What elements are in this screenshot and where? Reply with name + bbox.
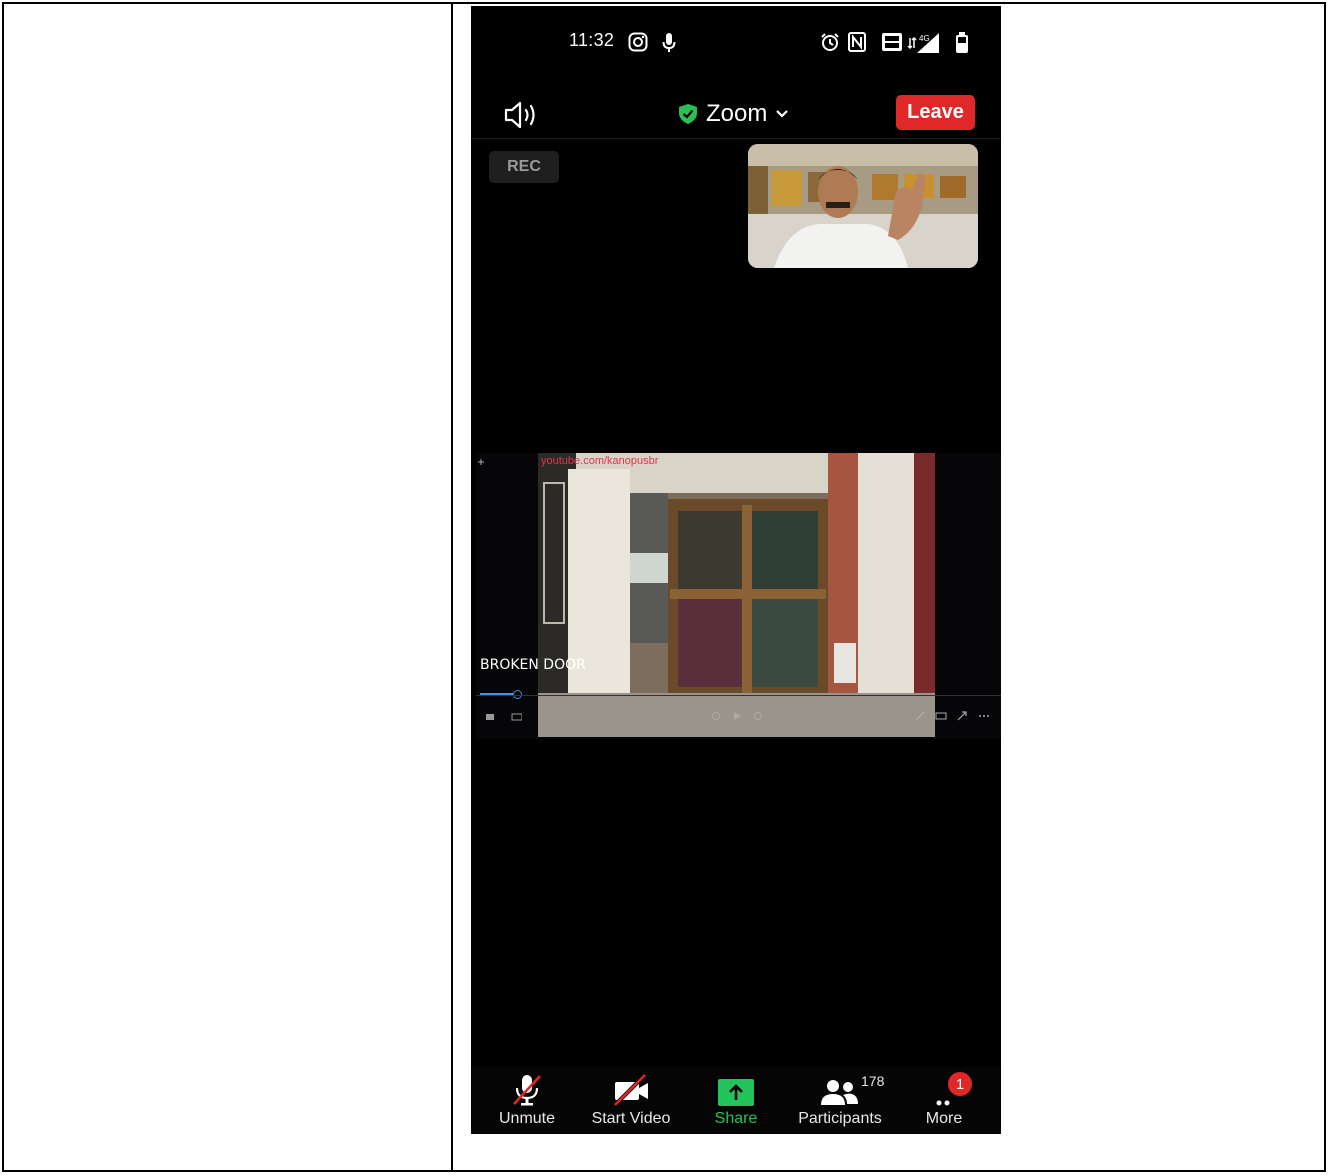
video-options-icon[interactable] — [916, 711, 996, 721]
microphone-icon — [662, 33, 676, 52]
video-player-controls — [476, 689, 1001, 729]
top-bar-divider — [471, 138, 1001, 139]
video-timeline — [476, 695, 1001, 696]
svg-text:4G: 4G — [919, 34, 930, 43]
share-label: Share — [714, 1110, 758, 1127]
start-video-label: Start Video — [591, 1110, 671, 1127]
nfc-icon — [848, 32, 866, 52]
video-caption: BROKEN DOOR — [480, 657, 586, 673]
participant-video-frame — [748, 144, 978, 268]
more-label: More — [925, 1110, 963, 1127]
chevron-down-icon — [776, 110, 789, 118]
share-button[interactable]: Share — [705, 1067, 767, 1134]
start-video-button[interactable]: Start Video — [585, 1067, 677, 1134]
volte-icon — [882, 33, 902, 51]
volume-icon[interactable] — [486, 713, 522, 721]
shield-check-icon — [679, 104, 697, 124]
playback-controls-icon[interactable] — [710, 711, 766, 721]
meeting-top-bar: Zoom Leave — [471, 94, 1001, 138]
unmute-button[interactable]: Unmute — [491, 1067, 563, 1134]
status-time: 11:32 — [569, 30, 615, 50]
unmute-label: Unmute — [498, 1110, 556, 1127]
instagram-icon — [628, 32, 648, 52]
participant-video-thumbnail[interactable] — [748, 144, 978, 268]
status-bar: 11:32 4G — [471, 26, 1001, 56]
meeting-toolbar: Unmute Start Video Share Participants 17… — [471, 1067, 1001, 1134]
participants-count: 178 — [861, 1073, 885, 1089]
notification-badge: 1 — [948, 1072, 972, 1096]
frame-divider — [451, 2, 453, 1172]
recording-badge: REC — [489, 151, 559, 183]
speaker-button[interactable] — [503, 100, 541, 135]
video-url-overlay: youtube.com/kanopusbr — [541, 455, 659, 467]
signal-4g-icon: 4G — [907, 33, 939, 53]
video-off-icon — [613, 1073, 648, 1107]
plus-icon — [478, 459, 484, 465]
leave-button[interactable]: Leave — [896, 95, 975, 130]
meeting-title-dropdown[interactable]: Zoom — [678, 96, 789, 132]
phone-screen: 11:32 4G Zoom Leave REC youtube.com/kano… — [471, 6, 1001, 1134]
participants-label: Participants — [798, 1110, 882, 1127]
share-arrow-icon — [718, 1079, 754, 1106]
shared-screen[interactable]: youtube.com/kanopusbr BROKEN DOOR — [476, 453, 1001, 739]
muted-mic-icon — [513, 1075, 541, 1106]
speaker-icon — [504, 101, 535, 129]
battery-icon — [956, 32, 968, 53]
alarm-icon — [821, 33, 839, 51]
meeting-title: Zoom — [706, 100, 768, 127]
participants-icon — [821, 1080, 858, 1105]
